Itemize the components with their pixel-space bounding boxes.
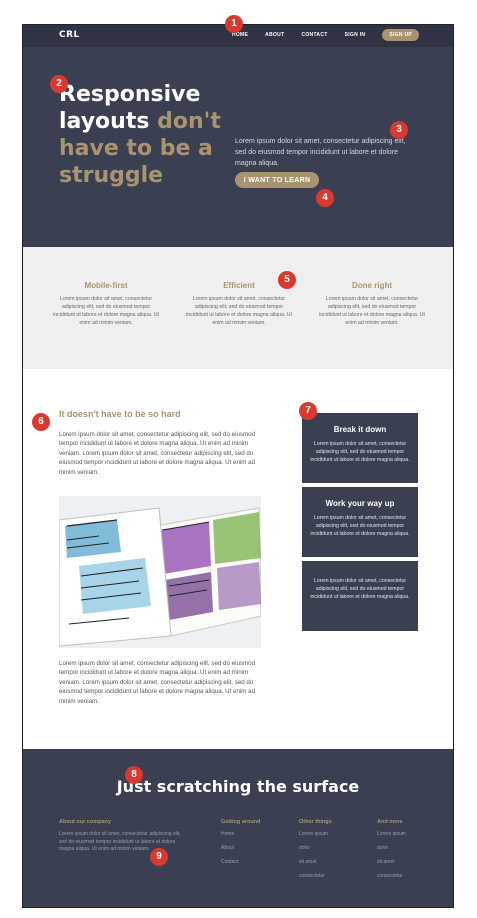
feature-mobile-first: Mobile-first Lorem ipsum dolor sit amet,… [51,281,161,327]
hero-title-line1: Responsive [59,82,201,107]
footer-link[interactable]: consectetur [377,873,406,879]
sketch-illustration [59,496,261,648]
hero-description: Lorem ipsum dolor sit amet, consectetur … [235,138,406,167]
footer-heading: About our company [59,819,111,825]
hero-section: CRL HOME ABOUT CONTACT SIGN IN SIGN UP R… [23,25,453,247]
feature-title: Mobile-first [84,281,128,290]
footer-link[interactable]: Lorem ipsum [377,831,406,837]
feature-text: Lorem ipsum dolor sit amet, consectetur … [186,296,292,326]
feature-text: Lorem ipsum dolor sit amet, consectetur … [319,296,425,326]
feature-text: Lorem ipsum dolor sit amet, consectetur … [53,296,159,326]
footer-heading: And more [377,819,403,825]
feature-efficient: Efficient Lorem ipsum dolor sit amet, co… [184,281,294,327]
annotation-badge: 2 [50,75,68,93]
card-work-your-way-up: Work your way up Lorem ipsum dolor sit a… [302,487,418,557]
footer-and-more: And more Lorem ipsum dolor sit amet cons… [377,819,406,887]
wireframe-sketch-image [59,496,261,648]
footer-getting-around: Getting around Home About Contact [221,819,260,873]
footer-other-things: Other things Lorem ipsum dolor sit amet … [299,819,332,887]
content-paragraph-1: Lorem ipsum dolor sit amet, consectetur … [59,431,256,476]
card-text: Lorem ipsum dolor sit amet, consectetur … [310,441,410,463]
footer-link[interactable]: dolor [377,845,406,851]
content-paragraph-2: Lorem ipsum dolor sit amet, consectetur … [59,660,256,705]
footer-link-home[interactable]: Home [221,831,260,837]
logo[interactable]: CRL [59,30,80,40]
annotation-badge: 6 [32,413,50,431]
signup-button[interactable]: SIGN UP [382,29,419,41]
annotation-badge: 9 [150,848,168,866]
footer-link[interactable]: sit amet [299,859,332,865]
footer-heading: Other things [299,819,332,825]
footer-title: Just scratching the surface [116,777,360,796]
annotation-badge: 5 [278,271,296,289]
footer-link[interactable]: consectetur [299,873,332,879]
page-frame: CRL HOME ABOUT CONTACT SIGN IN SIGN UP R… [22,24,454,908]
card-text: Lorem ipsum dolor sit amet, consectetur … [310,578,410,600]
content-section: It doesn't have to be so hard Lorem ipsu… [23,369,453,749]
card-break-it-down: Break it down Lorem ipsum dolor sit amet… [302,413,418,483]
annotation-badge: 1 [225,15,243,33]
footer-section: Just scratching the surface About our co… [23,749,453,907]
hero-title-line2-white: layouts [59,109,150,134]
footer-link[interactable]: Lorem ipsum [299,831,332,837]
footer-about: About our company Lorem ipsum dolor sit … [59,819,185,854]
annotation-badge: 8 [125,766,143,784]
footer-heading: Getting around [221,819,261,825]
hero-title-line2-gold: don't [157,109,221,134]
footer-link[interactable]: sit amet [377,859,406,865]
annotation-badge: 4 [316,189,334,207]
hero-title-line3: have to be a [59,136,213,161]
footer-link-about[interactable]: About [221,845,260,851]
features-section: Mobile-first Lorem ipsum dolor sit amet,… [23,247,453,369]
card-title: Work your way up [325,499,395,508]
nav-contact-link[interactable]: CONTACT [301,32,327,38]
hero-title: Responsive layouts don't have to be a st… [59,81,229,189]
annotation-badge: 3 [390,121,408,139]
feature-title: Done right [352,281,392,290]
learn-button[interactable]: I WANT TO LEARN [235,172,319,188]
main-nav: HOME ABOUT CONTACT SIGN IN SIGN UP [215,29,419,41]
footer-link-contact[interactable]: Contact [221,859,260,865]
card-title: Break it down [333,425,387,434]
hero-title-line4: struggle [59,163,164,188]
footer-link[interactable]: dolor [299,845,332,851]
feature-done-right: Done right Lorem ipsum dolor sit amet, c… [317,281,427,327]
footer-about-text: Lorem ipsum dolor sit amet, consectetur … [59,831,181,852]
annotation-badge: 7 [299,402,317,420]
nav-signin-link[interactable]: SIGN IN [345,32,366,38]
card-untitled: Lorem ipsum dolor sit amet, consectetur … [302,561,418,631]
content-title: It doesn't have to be so hard [59,409,181,419]
nav-about-link[interactable]: ABOUT [265,32,284,38]
card-text: Lorem ipsum dolor sit amet, consectetur … [310,515,410,537]
